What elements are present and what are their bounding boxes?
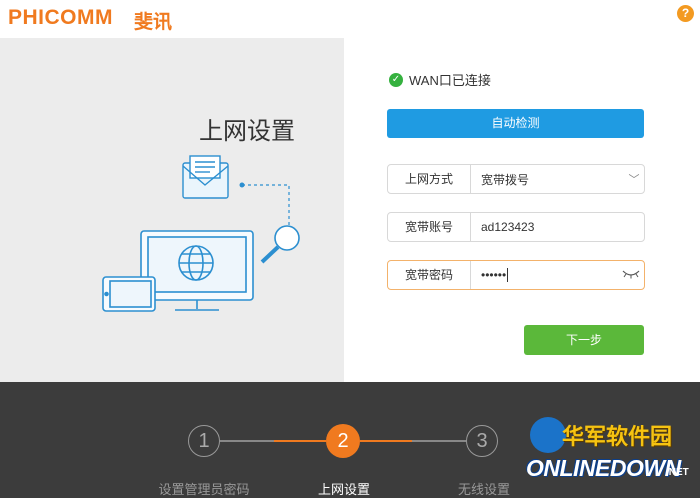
- password-input[interactable]: ••••••: [471, 268, 618, 283]
- header: PHICOMM 斐讯 ?: [0, 0, 700, 38]
- envelope-icon: [182, 155, 229, 199]
- tablet-icon: [102, 276, 156, 312]
- step-connector: [220, 440, 274, 442]
- step-2-label: 上网设置: [317, 482, 370, 497]
- network-illustration: [102, 155, 300, 312]
- step-1-label: 设置管理员密码: [158, 482, 250, 497]
- watermark-suffix: .NET: [666, 467, 689, 478]
- step-3-circle: 3: [466, 425, 498, 457]
- check-icon: ✓: [389, 72, 403, 87]
- hide-password-icon[interactable]: [618, 269, 644, 282]
- phicomm-logo: PHICOMM: [8, 6, 113, 29]
- password-label: 宽带密码: [388, 261, 471, 289]
- illustration-panel: 上网设置: [0, 38, 344, 382]
- step-connector: [274, 440, 326, 442]
- wan-status-text: WAN口已连接: [409, 73, 491, 88]
- connection-type-value[interactable]: 宽带拨号: [471, 171, 624, 188]
- phicomm-logo-cn: 斐讯: [134, 12, 173, 33]
- step-connector: [360, 440, 412, 442]
- step-connector: [412, 440, 466, 442]
- account-field[interactable]: 宽带账号 ad123423: [387, 212, 645, 242]
- page-title: 上网设置: [199, 118, 295, 145]
- watermark-en: ONLINEDOWN: [526, 455, 681, 481]
- chevron-down-icon[interactable]: ﹀: [624, 171, 644, 187]
- watermark-logo-icon: [530, 417, 566, 453]
- onlinedown-watermark: 华军软件园 ONLINEDOWN .NET: [520, 415, 698, 495]
- next-button[interactable]: 下一步: [524, 325, 644, 355]
- password-field[interactable]: 宽带密码 ••••••: [387, 260, 645, 290]
- connection-type-label: 上网方式: [388, 165, 471, 193]
- password-value: ••••••: [481, 267, 507, 282]
- account-label: 宽带账号: [388, 213, 471, 241]
- step-2-circle: 2: [326, 424, 360, 458]
- help-icon[interactable]: ?: [677, 5, 694, 22]
- connection-type-select[interactable]: 上网方式 宽带拨号 ﹀: [387, 164, 645, 194]
- watermark-cn: 华军软件园: [562, 424, 673, 449]
- settings-form: ✓ WAN口已连接 自动检测 上网方式 宽带拨号 ﹀ 宽带账号 ad123423…: [344, 38, 700, 382]
- magnifier-icon: [260, 225, 300, 264]
- monitor-icon: [140, 230, 254, 311]
- auto-detect-button[interactable]: 自动检测: [387, 109, 644, 138]
- account-input[interactable]: ad123423: [471, 220, 644, 234]
- step-1-circle: 1: [188, 425, 220, 457]
- wan-status: ✓ WAN口已连接: [389, 70, 491, 89]
